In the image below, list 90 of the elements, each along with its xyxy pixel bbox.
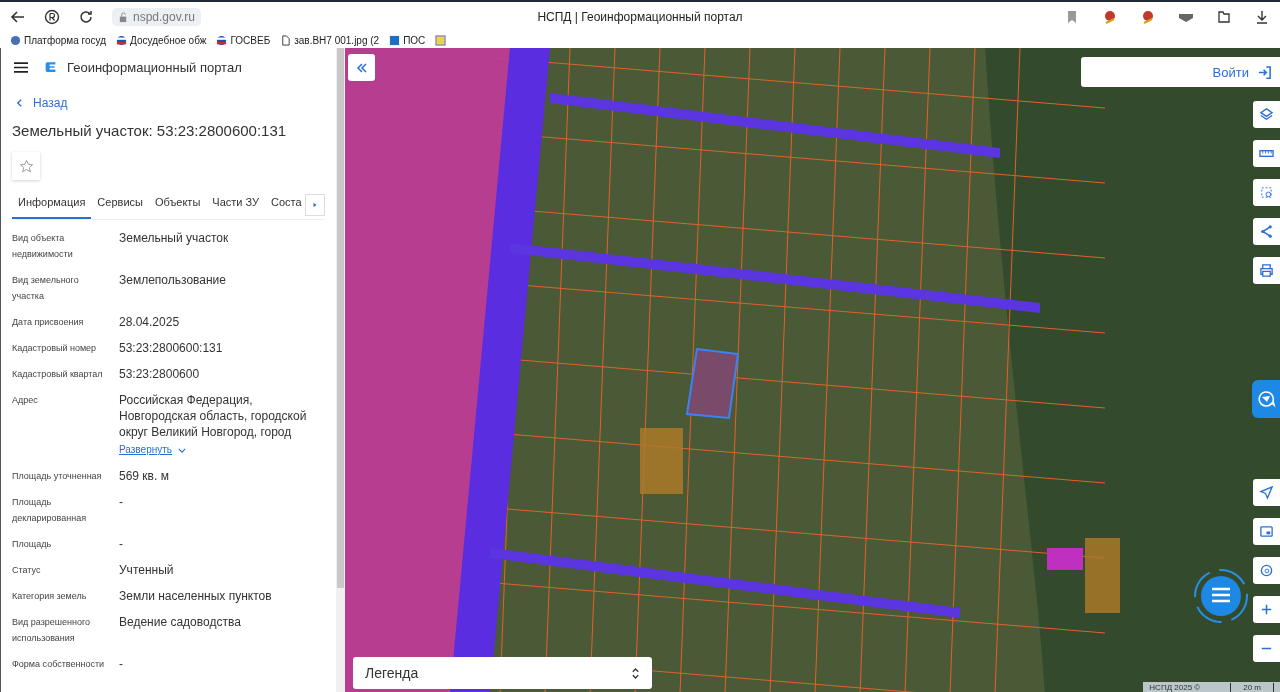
field-label: Вид разрешенного использования [12, 616, 92, 645]
field-label: Форма собственности [12, 658, 106, 671]
share-icon [1259, 224, 1274, 239]
area-select-icon [1259, 185, 1274, 200]
area-select-button[interactable] [1253, 179, 1280, 206]
field-value: Земли населенных пунктов [119, 588, 273, 604]
field-label: Вид земельного участка [12, 274, 80, 303]
field-label: Вид объекта недвижимости [12, 232, 74, 261]
back-arrow-icon[interactable] [10, 9, 26, 25]
field-value: Учтенный [119, 562, 175, 578]
caret-icon [312, 201, 319, 208]
reload-icon[interactable] [78, 9, 94, 25]
bookmark-link[interactable]: ПОС [389, 34, 426, 46]
layers-icon [1259, 107, 1274, 122]
field-value: Земельный участок [119, 230, 230, 246]
extension-icon[interactable] [1140, 9, 1156, 25]
field-value: 53:23:2800600:131 [119, 340, 224, 356]
field-value: Землепользование [119, 272, 227, 288]
collapse-panel-button[interactable] [348, 54, 375, 81]
lock-icon[interactable] [118, 11, 129, 23]
chevron-left-icon [16, 98, 23, 108]
back-link[interactable]: Назад [12, 96, 325, 110]
satellite-map[interactable]: Войти Легенда НСПД 2025 © 20 m [345, 48, 1280, 692]
scale-bar: 20 m [1230, 683, 1274, 692]
extension-icon[interactable] [1102, 9, 1118, 25]
layers-button[interactable] [1253, 101, 1280, 128]
chat-bubble-icon [1193, 568, 1249, 624]
field-label: Дата присвоения [12, 316, 85, 329]
field-label: Кадастровый номер [12, 342, 98, 355]
tab[interactable]: Объекты [148, 190, 207, 219]
object-heading: Земельный участок: 53:23:2800600:131 [12, 122, 288, 139]
print-button[interactable] [1253, 257, 1280, 284]
ruler-button[interactable] [1253, 140, 1280, 167]
menu-icon[interactable] [14, 61, 28, 73]
field-label: Статус [12, 564, 42, 577]
site-icon [389, 34, 401, 46]
field-value: Российская Федерация, Новгородская область, городской округ Великий Новгород, город [119, 392, 308, 440]
browser-logo-icon[interactable] [44, 9, 60, 25]
field-value: 569 кв. м [119, 468, 170, 484]
minimap-button[interactable] [1253, 518, 1280, 545]
plus-icon [1259, 602, 1274, 617]
attribution-text: НСПД 2025 © [1149, 683, 1201, 692]
field-value: Ведение садоводства [119, 614, 242, 630]
navigation-arrow-icon [1259, 485, 1274, 500]
tab[interactable]: Сервисы [91, 190, 149, 219]
field-value: 53:23:2800600 [119, 366, 201, 382]
file-icon [280, 34, 292, 46]
field-label: Площадь [12, 538, 53, 551]
field-value: - [119, 494, 124, 510]
bookmark-link[interactable]: Платформа госуд [10, 34, 106, 46]
tab[interactable]: Части ЗУ [206, 190, 265, 219]
field-label: Площадь декларированная [12, 496, 88, 525]
bookmark-link[interactable]: зав.ВН7 001.jpg (2 [280, 34, 380, 46]
minimap-icon [1259, 524, 1274, 539]
sort-caret-icon [631, 666, 640, 680]
field-label: Адрес [12, 394, 39, 407]
extension-icon[interactable] [1216, 9, 1232, 25]
locate-button[interactable] [1253, 479, 1280, 506]
portal-title: Геоинформационный портал [67, 59, 242, 75]
address-bar[interactable]: nspd.gov.ru [112, 8, 201, 26]
feedback-button[interactable] [1252, 380, 1280, 418]
bookmark-icon[interactable] [435, 34, 447, 46]
logo-icon [44, 60, 57, 74]
scrollbar[interactable] [336, 48, 345, 692]
chevron-down-icon [178, 447, 186, 453]
print-icon [1259, 263, 1274, 278]
download-icon[interactable] [1254, 9, 1270, 25]
field-value: - [119, 656, 124, 672]
field-label: Категория земель [12, 590, 88, 603]
share-button[interactable] [1253, 218, 1280, 245]
tab[interactable]: Информация [12, 190, 92, 219]
field-value: 28.04.2025 [119, 314, 181, 330]
field-label: Площадь уточненная [12, 470, 103, 483]
url-text: nspd.gov.ru [133, 10, 195, 24]
bookmark-link[interactable]: ГОСВЕБ [216, 34, 271, 46]
field-label: Кадастровый квартал [12, 368, 104, 381]
star-icon [18, 158, 34, 174]
field-value: - [119, 536, 124, 552]
location-pin-button[interactable] [1253, 557, 1280, 584]
chat-button[interactable] [1193, 568, 1249, 624]
page-title: НСПД | Геоинформационный портал [537, 10, 743, 24]
legend-dropdown[interactable]: Легенда [353, 657, 652, 689]
bookmark-link[interactable]: Досудебное обж [116, 34, 207, 46]
login-arrow-icon [1257, 64, 1272, 80]
emblem-icon [10, 34, 21, 46]
zoom-in-button[interactable] [1253, 596, 1280, 623]
double-chevron-icon [355, 61, 368, 74]
expand-link[interactable]: Развернуть [119, 442, 186, 458]
login-button[interactable]: Войти [1081, 57, 1280, 87]
tab[interactable]: Соста [265, 190, 306, 219]
